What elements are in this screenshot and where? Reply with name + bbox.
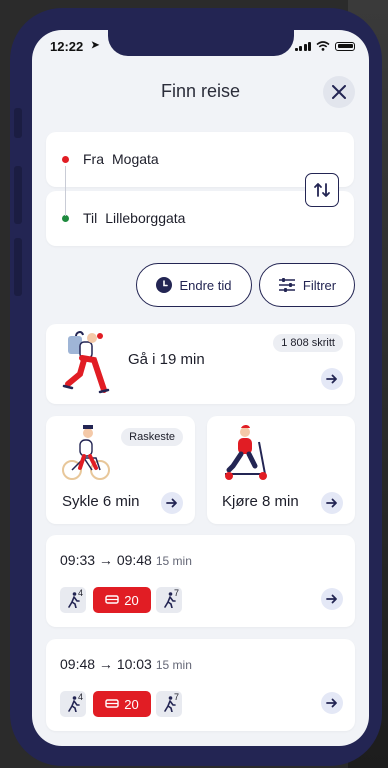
trip-arrow-button[interactable] — [321, 692, 343, 714]
trip-time: 09:33 → 09:48 15 min — [60, 552, 192, 568]
bus-icon — [105, 699, 119, 708]
side-button-volume-up — [14, 166, 22, 224]
bike-option-card[interactable]: Raskeste Sykle 6 min — [46, 416, 195, 524]
walk-leg: 7 — [156, 691, 182, 717]
fastest-badge: Raskeste — [121, 428, 183, 446]
walk-arrow-button[interactable] — [321, 368, 343, 390]
cyclist-illustration — [62, 425, 110, 480]
bus-leg: 20 — [93, 691, 151, 717]
trip-duration: 15 min — [155, 554, 192, 568]
close-icon — [332, 85, 346, 99]
side-button-volume-down — [14, 238, 22, 296]
walk-leg-minutes: 4 — [77, 692, 83, 702]
scooter-arrow-button[interactable] — [321, 492, 343, 514]
arrow-right-icon — [326, 698, 337, 708]
sliders-icon — [278, 278, 295, 292]
bus-line-number: 20 — [124, 592, 139, 608]
filter-button[interactable]: Filtrer — [259, 263, 355, 307]
status-time: 12:22 — [50, 39, 84, 54]
steps-badge: 1 808 skritt — [273, 334, 343, 352]
walk-leg-minutes: 7 — [173, 588, 179, 598]
from-value: Mogata — [112, 151, 159, 167]
walk-leg: 4 — [60, 691, 86, 717]
arrow-right-icon — [326, 594, 337, 604]
trip-arrow-button[interactable] — [321, 588, 343, 610]
side-button-silent — [14, 108, 22, 138]
wifi-icon — [316, 41, 330, 51]
arrow-right-icon — [326, 374, 337, 384]
scooter-rider-illustration — [225, 425, 267, 480]
walk-leg-minutes: 7 — [173, 692, 179, 702]
close-button[interactable] — [323, 76, 355, 108]
bus-leg: 20 — [93, 587, 151, 613]
app-screen: 12:22 ➤ Finn reise Fra Mogata Til Lilleb… — [32, 30, 369, 746]
scooter-option-card[interactable]: Kjøre 8 min — [207, 416, 355, 524]
change-time-button[interactable]: Endre tid — [136, 263, 252, 307]
walk-label: Gå i 19 min — [128, 351, 205, 368]
to-value: Lilleborggata — [105, 210, 186, 226]
trip-time-range: 09:33 → 09:48 — [60, 552, 152, 568]
trip-card-2[interactable]: 09:48 → 10:03 15 min 4 20 7 — [46, 639, 355, 731]
change-time-label: Endre tid — [179, 277, 232, 293]
swap-arrows-icon — [314, 183, 330, 197]
walk-leg: 7 — [156, 587, 182, 613]
from-dot-icon — [62, 155, 69, 163]
page-title: Finn reise — [160, 81, 241, 101]
bus-line-number: 20 — [124, 696, 139, 712]
swap-locations-button[interactable] — [305, 173, 339, 207]
signal-icon — [294, 41, 311, 51]
clock-icon — [156, 277, 173, 293]
filter-label: Filtrer — [302, 277, 337, 293]
battery-icon — [335, 41, 355, 51]
arrow-right-icon — [166, 498, 177, 508]
scooter-label: Kjøre 8 min — [222, 493, 299, 510]
walking-person-illustration — [62, 331, 110, 394]
bike-label: Sykle 6 min — [62, 493, 140, 510]
header: Finn reise — [32, 68, 369, 116]
walk-option-card[interactable]: Gå i 19 min 1 808 skritt — [46, 324, 355, 404]
walk-leg-minutes: 4 — [77, 588, 83, 598]
bike-arrow-button[interactable] — [161, 492, 183, 514]
to-label: Til — [83, 210, 98, 226]
status-bar: 12:22 ➤ — [32, 39, 369, 55]
trip-card-1[interactable]: 09:33 → 09:48 15 min 4 20 7 — [46, 535, 355, 627]
location-arrow-icon: ➤ — [91, 40, 100, 51]
trip-time: 09:48 → 10:03 15 min — [60, 656, 192, 672]
walk-leg: 4 — [60, 587, 86, 613]
bus-icon — [105, 595, 119, 604]
trip-time-range: 09:48 → 10:03 — [60, 656, 152, 672]
from-label: Fra — [83, 151, 104, 167]
route-connector-line — [65, 166, 66, 216]
trip-duration: 15 min — [155, 658, 192, 672]
arrow-right-icon — [326, 498, 337, 508]
